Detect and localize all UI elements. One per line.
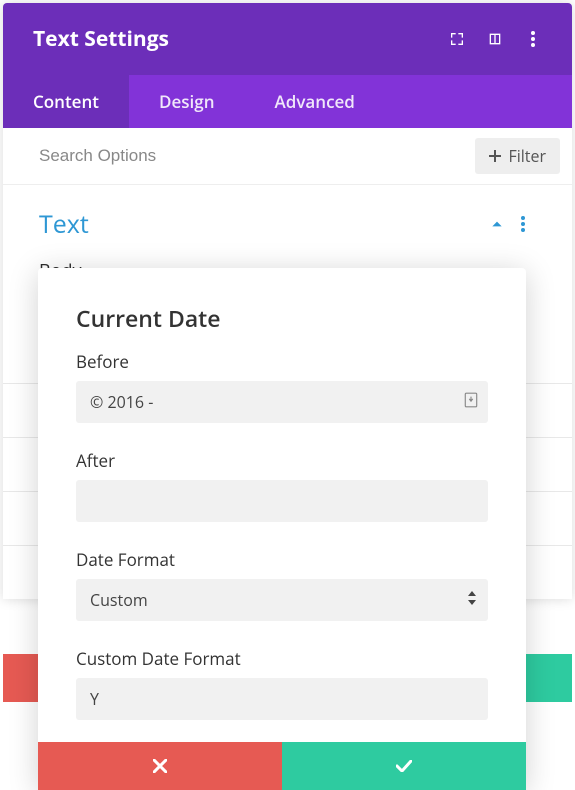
modal-title: Current Date <box>76 302 488 334</box>
after-label: After <box>76 449 488 472</box>
check-icon <box>396 760 412 772</box>
title-bar: Text Settings <box>3 3 572 75</box>
section-header: Text <box>3 185 572 251</box>
panel-title: Text Settings <box>33 25 438 53</box>
after-input[interactable] <box>76 480 488 522</box>
section-title: Text <box>39 207 484 241</box>
more-vertical-icon[interactable] <box>514 20 552 58</box>
collapse-icon[interactable] <box>484 217 510 231</box>
date-format-select[interactable]: Custom <box>76 579 488 621</box>
tab-advanced[interactable]: Advanced <box>245 75 385 128</box>
tabs: Content Design Advanced <box>3 75 572 128</box>
section-more-icon[interactable] <box>510 216 536 232</box>
plus-icon <box>489 150 501 162</box>
date-format-label: Date Format <box>76 548 488 571</box>
select-caret-icon <box>468 591 476 609</box>
close-icon <box>153 759 167 773</box>
columns-icon[interactable] <box>476 20 514 58</box>
search-input[interactable] <box>39 146 475 166</box>
tab-design[interactable]: Design <box>129 75 245 128</box>
before-label: Before <box>76 350 488 373</box>
dynamic-content-icon[interactable] <box>464 391 478 413</box>
before-input[interactable] <box>76 381 488 423</box>
search-bar: Filter <box>3 128 572 185</box>
tab-content[interactable]: Content <box>3 75 129 128</box>
expand-icon[interactable] <box>438 20 476 58</box>
filter-label: Filter <box>508 145 546 167</box>
current-date-modal: Current Date Before After Date Format Cu… <box>38 268 526 790</box>
custom-format-label: Custom Date Format <box>76 647 488 670</box>
custom-format-input[interactable] <box>76 678 488 720</box>
filter-button[interactable]: Filter <box>475 138 560 174</box>
